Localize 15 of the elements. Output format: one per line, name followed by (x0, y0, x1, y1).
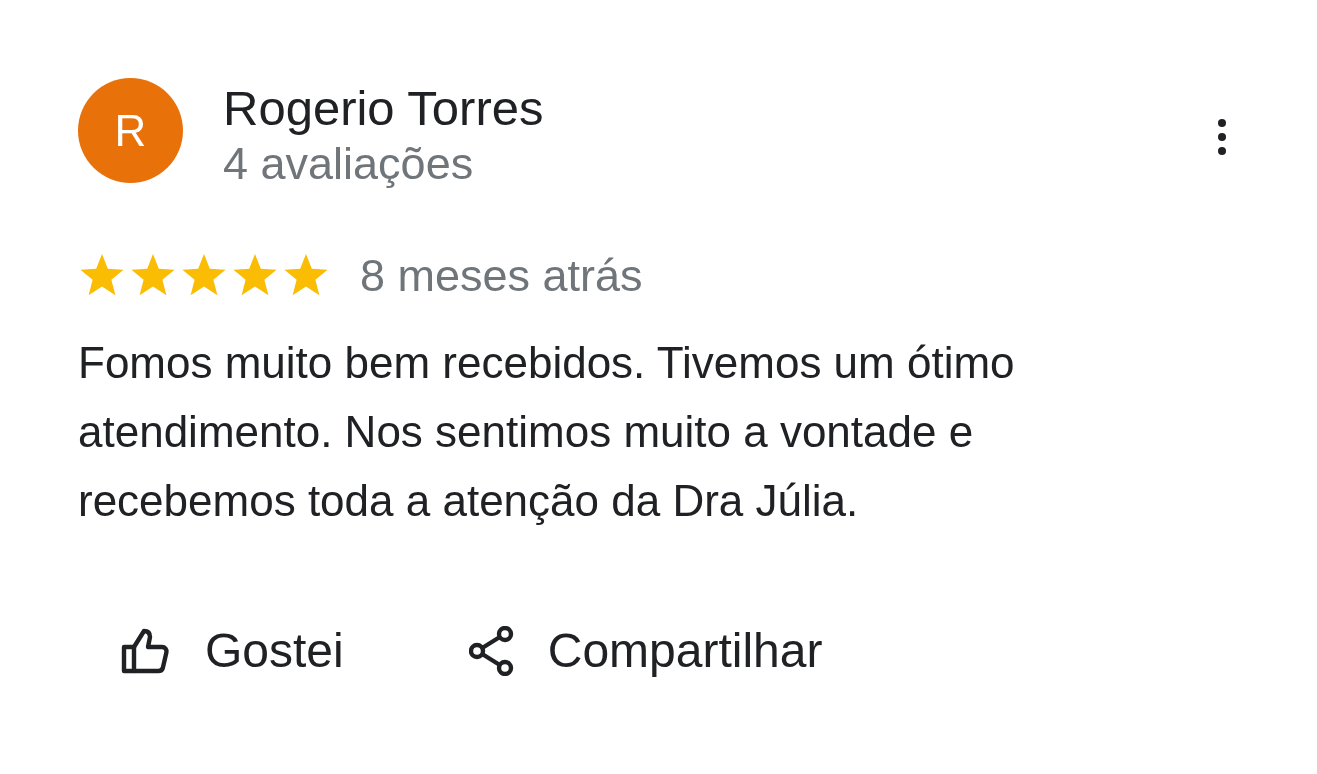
review-date: 8 meses atrás (360, 250, 643, 302)
star-icon (282, 254, 330, 298)
star-icon (180, 254, 228, 298)
more-options-button[interactable] (1217, 118, 1227, 156)
star-icon (231, 254, 279, 298)
share-icon (468, 625, 515, 676)
star-icon (78, 254, 126, 298)
star-icon (129, 254, 177, 298)
thumbs-up-icon (120, 626, 172, 675)
review-count: 4 avaliações (223, 137, 475, 191)
share-button[interactable]: Compartilhar (468, 623, 823, 678)
author-name[interactable]: Rogerio Torres (223, 80, 1217, 136)
like-button[interactable]: Gostei (120, 623, 344, 678)
avatar: R (78, 78, 183, 183)
review-text: Fomos muito bem recebidos. Tivemos um ótimo atendimento. Nos sentimos muito a vontade e recebemos toda a atenção da Dra Júlia. (78, 337, 1016, 527)
